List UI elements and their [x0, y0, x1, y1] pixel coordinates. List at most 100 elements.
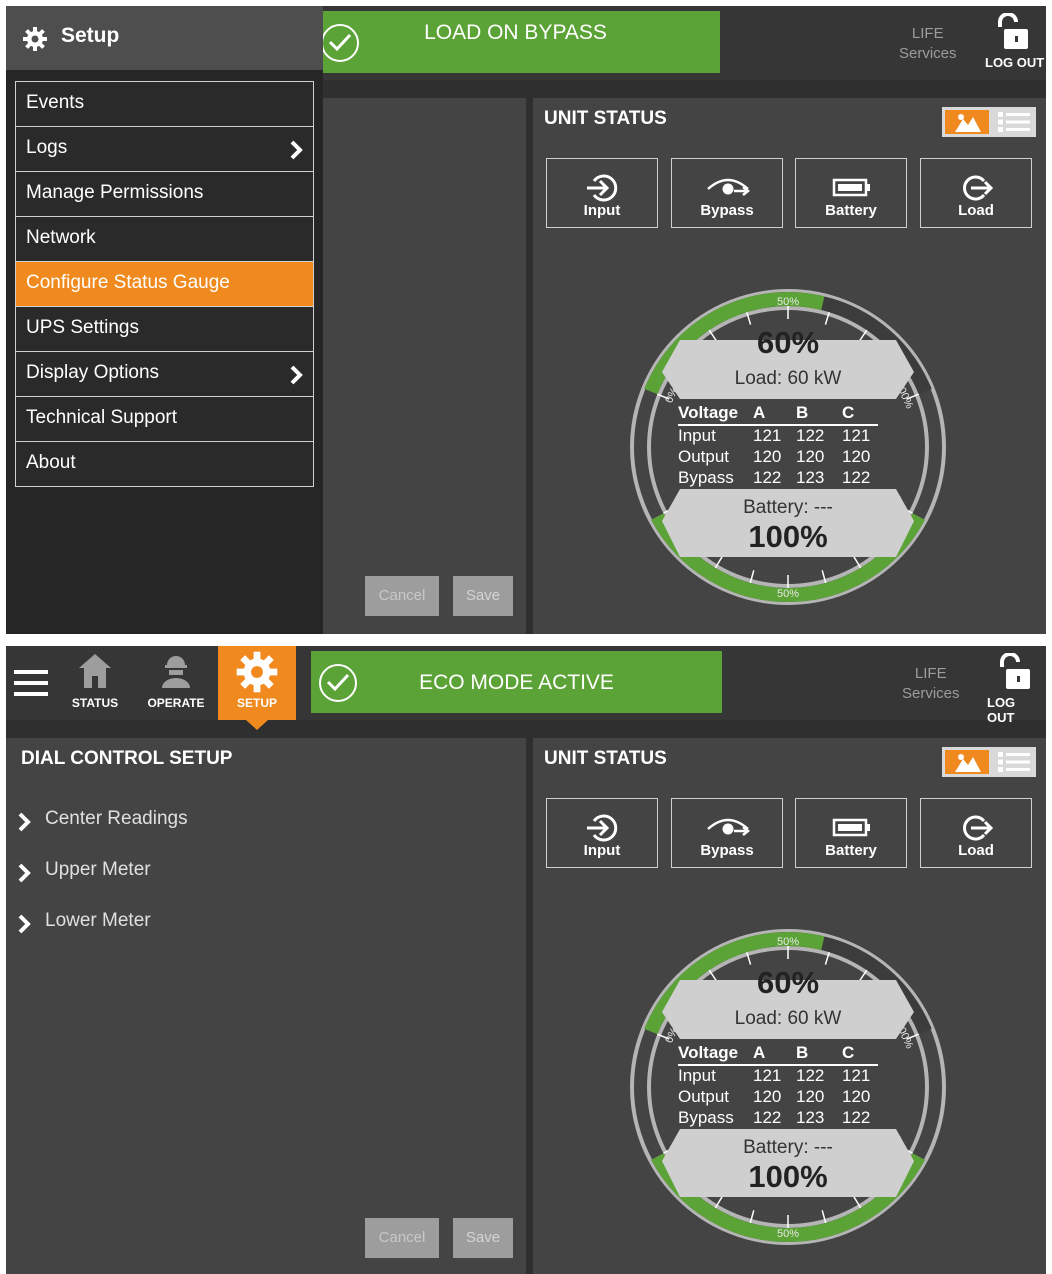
voltage-value: 122	[796, 425, 825, 445]
voltage-row-label: Input	[678, 425, 716, 445]
voltage-row: Bypass 122 123 122	[678, 468, 878, 489]
load-button[interactable]: Load	[920, 158, 1032, 228]
voltage-table: Voltage A B C Input 121 122 121 Output 120 120…	[678, 1043, 878, 1129]
bypass-icon	[707, 178, 750, 196]
voltage-row-label: Input	[678, 1065, 716, 1085]
menu-item-label: Display Options	[26, 362, 160, 383]
voltage-row-label: Bypass	[678, 1107, 734, 1127]
battery-button[interactable]: Battery	[795, 158, 907, 228]
voltage-value: 122	[753, 1107, 782, 1127]
button-label: Load	[958, 842, 994, 859]
accordion-label: Center Readings	[45, 808, 188, 829]
logout-button[interactable]: LOG OUT	[987, 695, 1046, 725]
hamburger-menu-icon[interactable]	[14, 670, 48, 696]
bypass-button[interactable]: Bypass	[671, 158, 783, 228]
input-button[interactable]: Input	[546, 798, 658, 868]
menu-item[interactable]: Display Options	[15, 352, 314, 397]
list-view-button[interactable]	[994, 110, 1033, 134]
load-button[interactable]: Load	[920, 798, 1032, 868]
voltage-value: 123	[796, 467, 825, 487]
nav-tab-status[interactable]: STATUS	[62, 646, 128, 720]
voltage-value: 120	[753, 446, 782, 466]
voltage-value: 120	[753, 1086, 782, 1106]
status-banner: ECO MODE ACTIVE	[311, 651, 722, 713]
nav-tab-operate[interactable]: OPERATE	[140, 646, 212, 720]
accordion-label: Lower Meter	[45, 910, 151, 931]
menu-item[interactable]: Manage Permissions	[15, 172, 314, 217]
cancel-button[interactable]: Cancel	[365, 576, 439, 616]
input-button[interactable]: Input	[546, 158, 658, 228]
button-label: Battery	[825, 202, 877, 219]
menu-item-label: Logs	[26, 137, 68, 158]
chevron-right-icon	[18, 863, 31, 883]
button-label: Bypass	[700, 842, 754, 859]
home-icon	[79, 654, 111, 688]
button-label: Battery	[825, 842, 877, 859]
voltage-value: 120	[842, 1086, 871, 1106]
unlock-icon[interactable]	[992, 13, 1032, 51]
menu-item-label: Manage Permissions	[26, 182, 204, 203]
gear-icon	[236, 651, 278, 693]
load-icon	[963, 815, 994, 841]
services-label: Services	[902, 685, 960, 702]
unit-status-title: UNIT STATUS	[544, 748, 667, 769]
menu-header[interactable]: Setup	[6, 6, 323, 70]
dial-control-setup-panel: DIAL CONTROL SETUP Center Readings Upper…	[6, 738, 526, 1274]
load-kw: Load: 60 kW	[734, 1008, 842, 1029]
bypass-button[interactable]: Bypass	[671, 798, 783, 868]
menu-item-label: Configure Status Gauge	[26, 272, 230, 293]
load-percent: 60%	[756, 325, 820, 360]
battery-button[interactable]: Battery	[795, 798, 907, 868]
panel-title: DIAL CONTROL SETUP	[21, 748, 233, 769]
menu-item[interactable]: About	[15, 442, 314, 487]
menu-item[interactable]: Logs	[15, 127, 314, 172]
gauge-view-icon	[955, 114, 981, 132]
nav-tab-setup[interactable]: SETUP	[218, 646, 296, 720]
setup-side-menu: Setup Events Logs Manage Permissions Networ…	[6, 6, 323, 634]
logout-button[interactable]: LOG OUT	[985, 55, 1044, 70]
phase-b-header: B	[796, 1043, 809, 1062]
status-gauge: 0%50%100%0%50%100% 60% Load: 60 kW Volta…	[625, 924, 951, 1250]
save-button[interactable]: Save	[453, 1218, 513, 1258]
life-services-link[interactable]: LIFE Services	[902, 664, 960, 704]
status-banner-text: ECO MODE ACTIVE	[419, 671, 614, 694]
upper-scale-mid: 50%	[777, 936, 799, 948]
menu-item-label: UPS Settings	[26, 317, 139, 338]
unit-status-panel: UNIT STATUS Input Bypass Battery Load 0%…	[533, 98, 1046, 634]
menu-item[interactable]: Events	[15, 81, 314, 127]
phase-a-header: A	[753, 403, 766, 422]
status-banner-text: LOAD ON BYPASS	[424, 21, 607, 44]
menu-item-label: Technical Support	[26, 407, 178, 428]
input-icon	[587, 174, 618, 202]
phase-b-header: B	[796, 403, 809, 422]
unlock-icon[interactable]	[994, 653, 1034, 691]
menu-item[interactable]: Configure Status Gauge	[15, 262, 314, 307]
voltage-value: 122	[796, 1065, 825, 1085]
chevron-right-icon	[18, 914, 31, 934]
operator-icon	[162, 656, 190, 688]
voltage-row-label: Output	[678, 1086, 730, 1106]
menu-item[interactable]: UPS Settings	[15, 307, 314, 352]
voltage-row-label: Bypass	[678, 467, 734, 487]
load-percent: 60%	[756, 965, 820, 1000]
nav-tab-label: OPERATE	[147, 696, 205, 710]
nav-tab-label: STATUS	[71, 696, 119, 710]
gauge-view-button[interactable]	[945, 110, 989, 134]
cancel-button[interactable]: Cancel	[365, 1218, 439, 1258]
menu-item-label: Network	[26, 227, 96, 248]
accordion-label: Upper Meter	[45, 859, 151, 880]
save-button[interactable]: Save	[453, 576, 513, 616]
menu-item[interactable]: Technical Support	[15, 397, 314, 442]
input-icon	[587, 814, 618, 842]
list-view-button[interactable]	[994, 750, 1033, 774]
battery-icon	[832, 178, 870, 197]
life-services-link[interactable]: LIFE Services	[899, 24, 957, 64]
voltage-row: Input 121 122 121	[678, 426, 878, 447]
gauge-view-button[interactable]	[945, 750, 989, 774]
list-view-icon	[998, 112, 1030, 132]
voltage-value: 120	[796, 446, 825, 466]
voltage-value: 122	[842, 1107, 871, 1127]
view-toggle	[942, 747, 1036, 777]
menu-item[interactable]: Network	[15, 217, 314, 262]
menu-item-label: About	[26, 452, 76, 473]
